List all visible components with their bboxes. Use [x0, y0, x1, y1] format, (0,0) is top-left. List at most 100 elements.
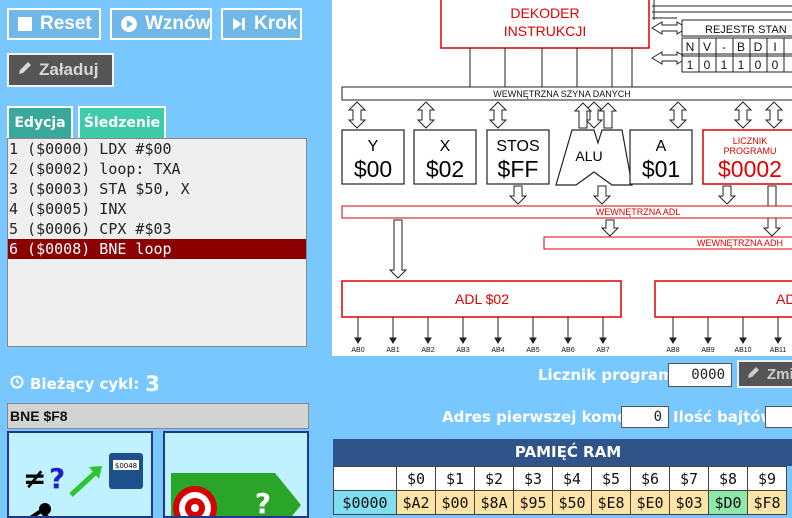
reset-label: Reset: [40, 13, 92, 34]
current-instruction: BNE $F8: [7, 403, 309, 429]
internal-bus-label: WEWNĘTRZNA SZYNA DANYCH: [493, 89, 631, 99]
ram-header-cell: $3: [513, 466, 553, 491]
adh-register: [654, 280, 792, 318]
ab10-label: AB10: [734, 347, 751, 354]
reg-a-name: A: [656, 138, 667, 155]
pencil-icon: [17, 60, 33, 81]
ram-header-cell: $4: [552, 466, 592, 491]
reg-y-value: $00: [354, 156, 392, 182]
status-register-title: REJESTR STAN: [705, 24, 787, 36]
cycle-value: 3: [145, 372, 160, 396]
ram-cell[interactable]: $E0: [630, 490, 670, 515]
ram-title: PAMIĘĆ RAM: [333, 439, 792, 466]
pencil-icon: [747, 365, 761, 383]
alu-label: ALU: [575, 148, 602, 164]
adl-label: ADL $02: [455, 291, 509, 307]
ram-cell[interactable]: $E8: [591, 490, 631, 515]
ab5-label: AB5: [526, 347, 539, 354]
flag-n: N: [686, 40, 695, 54]
reg-sp-name: STOS: [496, 138, 539, 155]
reg-y-name: Y: [368, 138, 379, 155]
ram-cell[interactable]: $00: [435, 490, 475, 515]
bit-d: 0: [755, 58, 762, 72]
adh-label: AD: [776, 291, 792, 307]
code-line[interactable]: 1 ($0000) LDX #$00: [8, 139, 306, 159]
resume-label: Wznów: [145, 13, 211, 34]
decoder-line2: INSTRUKCJI: [504, 23, 586, 39]
tab-trace-label: Śledzenie: [83, 115, 161, 131]
reg-x-name: X: [440, 138, 451, 155]
reg-sp-value: $FF: [498, 156, 539, 182]
ab1-label: AB1: [386, 347, 399, 354]
ram-header-row: $0 $1 $2 $3 $4 $5 $6 $7 $8 $9: [333, 466, 787, 491]
ram-cell-current[interactable]: $D0: [708, 490, 748, 515]
bit-n: 1: [687, 58, 694, 72]
ram-header-cell: $7: [669, 466, 709, 491]
change-button[interactable]: Zmi: [737, 360, 792, 388]
ram-header-cell: $1: [435, 466, 475, 491]
ram-cell[interactable]: $50: [552, 490, 592, 515]
reset-button[interactable]: Reset: [7, 8, 101, 40]
code-line[interactable]: 5 ($0006) CPX #$03: [8, 219, 306, 239]
play-circle-icon: [120, 15, 138, 33]
reg-a-value: $01: [642, 156, 680, 182]
ram-row: $0000 $A2 $00 $8A $95 $50 $E8 $E0 $03 $D…: [333, 490, 787, 515]
cycle-label: Bieżący cykl:: [30, 375, 140, 393]
arrow-up-icon: [69, 471, 97, 497]
resume-button[interactable]: Wznów: [110, 8, 212, 40]
pc-name1: LICZNIK: [733, 136, 768, 146]
bit-b: 1: [738, 58, 745, 72]
pc-input[interactable]: [668, 363, 732, 387]
bit-i: 0: [772, 58, 779, 72]
tab-trace[interactable]: Śledzenie: [78, 106, 166, 138]
chip-label: $0048: [115, 462, 137, 470]
ab9-label: AB9: [701, 347, 714, 354]
load-button[interactable]: Załaduj: [7, 53, 114, 87]
ram-addr-input[interactable]: [621, 406, 669, 428]
ram-cell[interactable]: $F8: [747, 490, 787, 515]
branch-illustration-card[interactable]: ?: [163, 431, 309, 518]
ram-cell[interactable]: $A2: [396, 490, 436, 515]
load-label: Załaduj: [39, 60, 99, 79]
flag-d: D: [754, 40, 763, 54]
ab0-label: AB0: [351, 347, 364, 354]
step-button[interactable]: Krok: [221, 8, 302, 40]
tab-edit[interactable]: Edycja: [7, 106, 73, 138]
not-equal-icon: ≠: [23, 462, 46, 495]
ram-cell[interactable]: $8A: [474, 490, 514, 515]
pc-name2: PROGRAMU: [723, 146, 776, 156]
code-line[interactable]: 4 ($0005) INX: [8, 199, 306, 219]
flag-b: B: [737, 40, 745, 54]
flag-v: V: [703, 40, 711, 54]
ram-table: $0 $1 $2 $3 $4 $5 $6 $7 $8 $9 $0000 $A2 …: [333, 466, 787, 515]
cycle-counter: Bieżący cykl: 3: [10, 372, 160, 396]
ram-header-cell: $9: [747, 466, 787, 491]
ram-header-cell: [333, 466, 397, 491]
ram-header-cell: $0: [396, 466, 436, 491]
question-icon: ?: [49, 462, 65, 495]
pc-value: $0002: [718, 156, 782, 182]
adh-bus-label: WEWNĘTRZNA ADH: [697, 238, 783, 248]
decoder-line1: DEKODER: [510, 5, 579, 21]
flag-dash: -: [722, 40, 726, 54]
ab3-label: AB3: [456, 347, 469, 354]
ab11-label: AB11: [770, 347, 787, 354]
byte-count-input[interactable]: [765, 406, 792, 428]
ab2-label: AB2: [421, 347, 434, 354]
code-line[interactable]: 2 ($0002) loop: TXA: [8, 159, 306, 179]
adl-bus-label: WEWNĘTRZNA ADL: [596, 207, 681, 217]
ab6-label: AB6: [561, 347, 574, 354]
bit-v: 0: [704, 58, 711, 72]
internal-adl-bus: [341, 205, 792, 219]
question-icon: ?: [255, 487, 271, 518]
ram-header-cell: $8: [708, 466, 748, 491]
instruction-illustration-card[interactable]: ≠ ? $0048: [7, 431, 153, 518]
compare-illustration: ≠ ? $0048: [23, 453, 143, 516]
ab4-label: AB4: [491, 347, 504, 354]
code-line-current[interactable]: 6 ($0008) BNE loop: [8, 239, 306, 259]
tab-edit-label: Edycja: [14, 115, 66, 131]
ram-cell[interactable]: $03: [669, 490, 709, 515]
flag-i: I: [773, 40, 776, 54]
code-line[interactable]: 3 ($0003) STA $50, X: [8, 179, 306, 199]
ram-cell[interactable]: $95: [513, 490, 553, 515]
